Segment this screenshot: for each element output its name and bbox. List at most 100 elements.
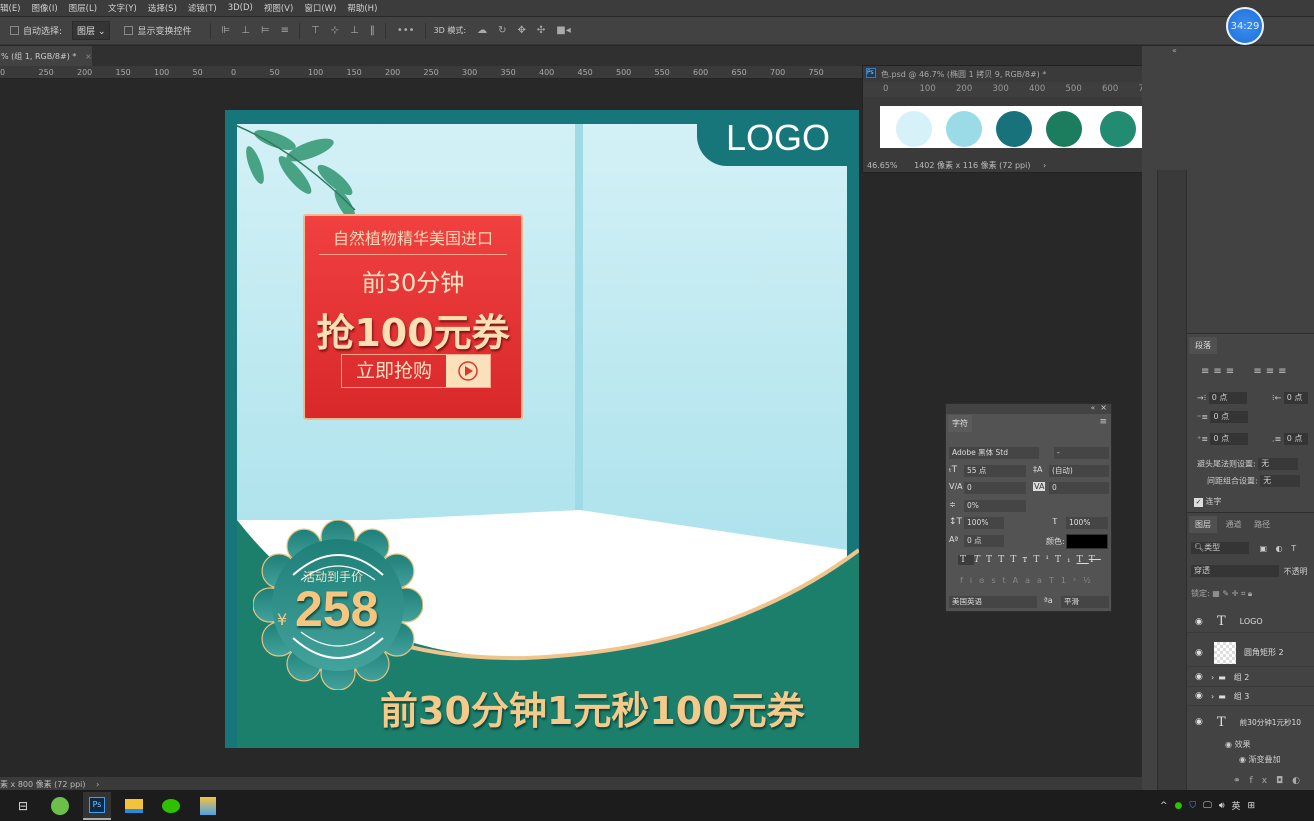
add-mask-icon[interactable]: ◘ [1276, 776, 1292, 786]
faux-bold-icon[interactable]: T [958, 555, 975, 565]
first-line-input[interactable]: 0 点 [1210, 411, 1249, 423]
align-bottom-icon[interactable]: ⊥ [350, 25, 359, 36]
tab-channels[interactable]: 通道 [1226, 520, 1242, 529]
strikethrough-icon[interactable]: T [1089, 555, 1101, 565]
indent-left-input[interactable]: 0 点 [1208, 392, 1247, 404]
menu-edit[interactable]: 辑(E) [0, 2, 21, 14]
auto-select-dropdown[interactable]: 图层 ⌄ [72, 21, 111, 40]
filter-pixel-icon[interactable]: ▣ [1260, 544, 1268, 553]
subscript-icon[interactable]: T₁ [1055, 555, 1077, 565]
collapse-icon[interactable]: « [1091, 404, 1095, 412]
color-swatch[interactable] [896, 111, 932, 147]
layer-row[interactable]: ◉ › ▬ 组 3 [1187, 687, 1314, 706]
small-caps-icon[interactable]: Tт [1010, 555, 1033, 565]
menu-layer[interactable]: 图层(L) [69, 2, 97, 14]
horizontal-scale-input[interactable]: 100% [1066, 517, 1108, 529]
link-layers-icon[interactable]: ⚭ [1233, 776, 1250, 786]
menu-window[interactable]: 窗口(W) [304, 2, 336, 14]
taskbar-app-notes[interactable] [194, 792, 222, 820]
tsume-input[interactable]: 0% [964, 500, 1026, 512]
layer-row[interactable]: ◉ 圆角矩形 2 [1187, 639, 1314, 667]
indent-right-input[interactable]: 0 点 [1283, 392, 1308, 404]
justify-left-icon[interactable]: ≡ [1253, 366, 1265, 377]
align-right-icon[interactable]: ⊨ [261, 25, 270, 36]
visibility-eye-icon[interactable]: ◉ [1195, 648, 1205, 658]
underline-icon[interactable]: T [1077, 555, 1089, 565]
stylistic-icon[interactable]: aa [1025, 576, 1049, 585]
visibility-eye-icon[interactable]: ◉ [1195, 691, 1205, 701]
lock-all-icon[interactable]: 🔒︎ [1248, 589, 1252, 598]
lock-transparency-icon[interactable]: ▦ [1212, 589, 1220, 598]
justify-center-icon[interactable]: ≡ [1266, 366, 1278, 377]
kerning-input[interactable]: 0 [964, 482, 1026, 494]
distribute-icon[interactable]: ≡ [281, 25, 289, 36]
menu-image[interactable]: 图像(I) [32, 2, 58, 14]
vertical-scale-input[interactable]: 100% [964, 517, 1004, 529]
superscript-icon[interactable]: T¹ [1033, 555, 1055, 565]
document-tab[interactable]: % (组 1, RGB/8#) * × [0, 46, 92, 66]
effect-item-row[interactable]: ◉ 渐变叠加 [1239, 754, 1281, 765]
lock-artboard-icon[interactable]: ⌗ [1241, 589, 1246, 598]
show-transform-checkbox[interactable] [124, 26, 134, 35]
3d-orbit-icon[interactable]: ☁ [477, 25, 487, 36]
kinsoku-dropdown[interactable]: 无 [1258, 458, 1299, 470]
3d-roll-icon[interactable]: ↻ [498, 25, 506, 36]
menu-type[interactable]: 文字(Y) [108, 2, 137, 14]
visibility-eye-icon[interactable]: ◉ [1195, 617, 1205, 627]
layer-row[interactable]: ◉ T 前30分钟1元秒10 [1187, 709, 1314, 735]
tab-paths[interactable]: 路径 [1254, 520, 1270, 529]
expand-chevron-icon[interactable]: › [1211, 673, 1214, 682]
text-color-swatch[interactable] [1066, 534, 1108, 549]
align-left-icon[interactable]: ≡ [1201, 366, 1213, 377]
3d-slide-icon[interactable]: ✣ [537, 25, 545, 36]
faux-italic-icon[interactable]: T [974, 555, 986, 565]
chevron-right-icon[interactable]: › [1043, 161, 1046, 170]
align-center-icon[interactable]: ≡ [1213, 366, 1225, 377]
color-swatch[interactable] [1100, 111, 1136, 147]
antialias-dropdown[interactable]: 平滑 [1061, 596, 1109, 608]
st-ligature-icon[interactable]: st [991, 576, 1012, 585]
lock-move-icon[interactable]: ✛ [1232, 589, 1239, 598]
character-panel[interactable]: « × 字符 ≡ Adobe 黑体 Std - ₜT 55 点 ‡A (自动) … [945, 403, 1112, 612]
mojikumi-dropdown[interactable]: 无 [1260, 475, 1301, 487]
security-shield-icon[interactable]: ⛉ [1189, 801, 1196, 811]
taskbar-app-browser[interactable] [46, 792, 74, 820]
fraction-icon[interactable]: ½ [1083, 576, 1098, 585]
tray-expand-icon[interactable]: ^ [1160, 801, 1168, 811]
paragraph-align-buttons[interactable]: ≡≡≡ ≡≡≡ [1201, 366, 1291, 377]
color-swatch[interactable] [996, 111, 1032, 147]
layer-row[interactable]: ◉ T LOGO [1187, 611, 1314, 633]
distribute-vertical-icon[interactable]: ‖ [370, 25, 375, 36]
ime-indicator[interactable]: 英 [1232, 799, 1241, 812]
align-right-icon[interactable]: ≡ [1226, 366, 1238, 377]
titling-icon[interactable]: T [1049, 576, 1061, 585]
filter-type-icon[interactable]: T [1291, 544, 1296, 553]
blend-mode-dropdown[interactable]: 穿透 [1191, 565, 1279, 577]
visibility-eye-icon[interactable]: ◉ [1195, 717, 1205, 727]
menu-select[interactable]: 选择(S) [148, 2, 177, 14]
visibility-eye-icon[interactable]: ◉ [1195, 672, 1205, 682]
filter-adjustment-icon[interactable]: ◐ [1276, 544, 1283, 553]
ordinal-icon[interactable]: 1ˢ [1061, 576, 1083, 585]
hyphenate-checkbox[interactable]: ✓ [1194, 498, 1203, 507]
discretionary-icon[interactable]: ɞ [979, 576, 991, 585]
menu-3d[interactable]: 3D(D) [228, 3, 253, 13]
language-dropdown[interactable]: 美国英语 [949, 596, 1037, 608]
panel-header[interactable]: « × [946, 403, 1111, 414]
task-view-button[interactable]: ⊟ [9, 792, 37, 820]
align-top-icon[interactable]: ⊤ [311, 25, 320, 36]
taskbar-app-wechat[interactable] [157, 792, 185, 820]
font-size-input[interactable]: 55 点 [964, 465, 1026, 477]
layer-row[interactable]: ◉ › ▬ 组 2 [1187, 668, 1314, 687]
space-after-input[interactable]: 0 点 [1283, 433, 1308, 445]
align-left-icon[interactable]: ⊫ [222, 25, 231, 36]
expand-chevron-icon[interactable]: › [1211, 692, 1214, 701]
ime-mode-icon[interactable]: ⊞ [1248, 801, 1256, 811]
leading-input[interactable]: (自动) [1049, 465, 1109, 477]
effect-eye-icon[interactable]: ◉ [1225, 740, 1232, 749]
tab-layers[interactable]: 图层 [1189, 516, 1217, 533]
tab-character[interactable]: 字符 [948, 415, 972, 432]
adjustment-layer-icon[interactable]: ◐ [1292, 776, 1309, 786]
effects-row[interactable]: ◉ 效果 [1225, 739, 1251, 750]
baseline-shift-input[interactable]: 0 点 [964, 535, 1004, 547]
